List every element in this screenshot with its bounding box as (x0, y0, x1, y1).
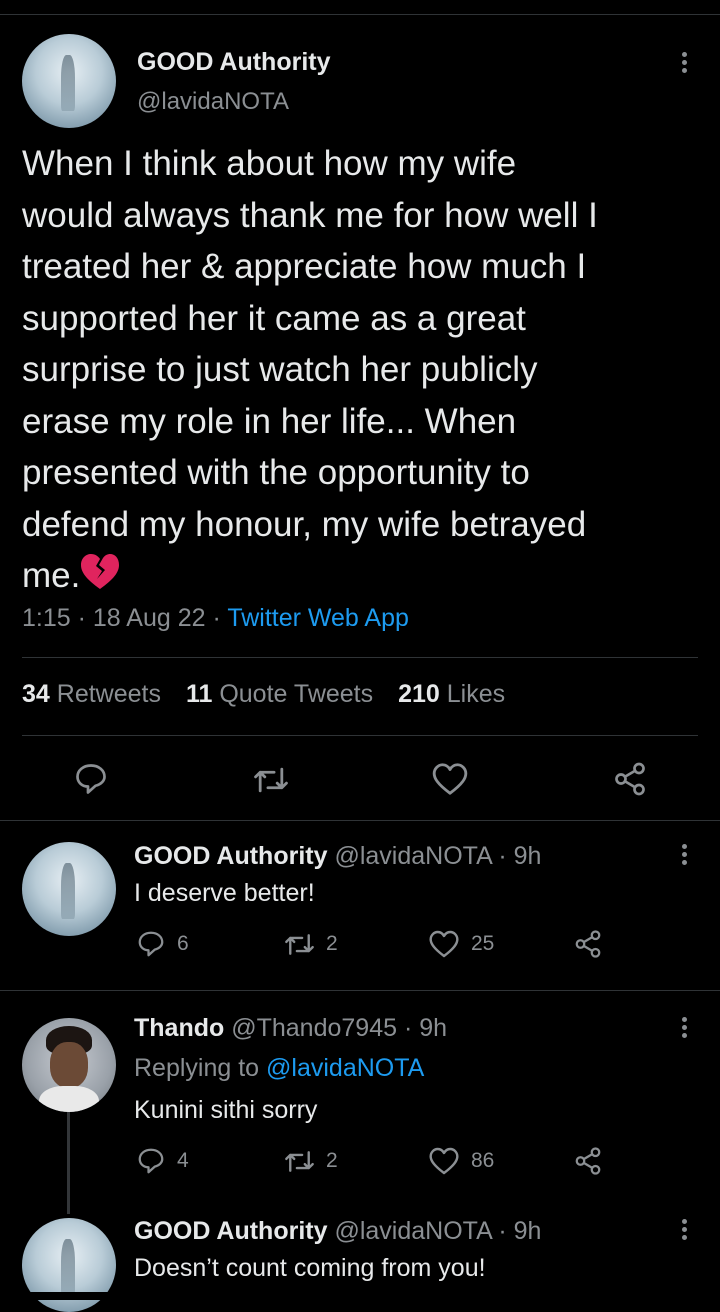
reply-time[interactable]: · 9h (498, 842, 541, 870)
like-count: 25 (471, 932, 495, 955)
reply-icon[interactable] (136, 929, 166, 959)
reply-header: GOOD Authority @lavidaNOTA · 9h (134, 1217, 541, 1246)
reply-author-handle[interactable]: @Thando7945 (231, 1014, 397, 1042)
reply-header: Thando @Thando7945 · 9h (134, 1014, 447, 1043)
divider (22, 657, 698, 658)
top-divider (0, 14, 720, 15)
tweet-meta: 1:15 · 18 Aug 22 · Twitter Web App (22, 604, 409, 633)
reply-author-name[interactable]: GOOD Authority (134, 1217, 328, 1245)
divider (0, 820, 720, 821)
tweet-text: When I think about how my wife would alw… (22, 138, 702, 606)
retweet-icon[interactable] (283, 1147, 316, 1176)
reply-header: GOOD Authority @lavidaNOTA · 9h (134, 842, 541, 871)
tweet-time[interactable]: 1:15 (22, 604, 71, 632)
broken-heart-icon (80, 553, 120, 606)
author-name[interactable]: GOOD Authority (137, 48, 331, 77)
meta-separator: · (77, 604, 86, 632)
tweet-date[interactable]: 18 Aug 22 (93, 604, 206, 632)
reply-text: Doesn’t count coming from you! (134, 1254, 486, 1282)
replying-to-handle[interactable]: @lavidaNOTA (266, 1054, 424, 1082)
retweet-icon[interactable] (283, 930, 316, 959)
retweets-count[interactable]: 34 (22, 680, 50, 708)
reply-avatar[interactable] (22, 1018, 116, 1112)
reply-author-name[interactable]: GOOD Authority (134, 842, 328, 870)
author-handle[interactable]: @lavidaNOTA (137, 88, 289, 116)
reply-avatar[interactable] (22, 842, 116, 936)
reply-author-handle[interactable]: @lavidaNOTA (334, 1217, 491, 1245)
retweet-count: 2 (326, 932, 338, 955)
tweet-stats: 34 Retweets 11 Quote Tweets 210 Likes (22, 680, 523, 709)
quotes-count[interactable]: 11 (186, 680, 212, 708)
more-options-icon[interactable] (681, 1017, 687, 1041)
likes-label[interactable]: Likes (447, 680, 505, 708)
reply-count: 6 (177, 932, 189, 955)
divider (0, 990, 720, 991)
more-options-icon[interactable] (681, 52, 687, 76)
thread-line (67, 1112, 70, 1214)
share-icon[interactable] (612, 761, 648, 797)
like-count: 86 (471, 1149, 495, 1172)
share-icon[interactable] (573, 929, 603, 959)
more-options-icon[interactable] (681, 1219, 687, 1243)
divider (22, 735, 698, 736)
reply-time[interactable]: · 9h (498, 1217, 541, 1245)
likes-count[interactable]: 210 (398, 680, 440, 708)
like-icon[interactable] (428, 929, 460, 959)
tweet-text-body: When I think about how my wife would alw… (22, 144, 598, 595)
reply-author-name[interactable]: Thando (134, 1014, 224, 1042)
reply-icon[interactable] (136, 1146, 166, 1176)
retweet-count: 2 (326, 1149, 338, 1172)
retweets-label[interactable]: Retweets (57, 680, 161, 708)
replying-to-label: Replying to (134, 1054, 260, 1082)
author-avatar[interactable] (22, 34, 116, 128)
reply-author-handle[interactable]: @lavidaNOTA (334, 842, 491, 870)
reply-time[interactable]: · 9h (404, 1014, 447, 1042)
reply-count: 4 (177, 1149, 189, 1172)
replying-to: Replying to @lavidaNOTA (134, 1054, 424, 1083)
more-options-icon[interactable] (681, 844, 687, 868)
like-icon[interactable] (431, 761, 469, 797)
reply-icon[interactable] (73, 761, 109, 797)
share-icon[interactable] (573, 1146, 603, 1176)
bottom-edge (0, 1292, 720, 1300)
reply-text: I deserve better! (134, 879, 315, 907)
tweet-source[interactable]: Twitter Web App (227, 604, 409, 632)
meta-separator: · (212, 604, 221, 632)
quotes-label[interactable]: Quote Tweets (219, 680, 373, 708)
reply-text: Kunini sithi sorry (134, 1096, 318, 1124)
retweet-icon[interactable] (252, 763, 290, 797)
like-icon[interactable] (428, 1146, 460, 1176)
